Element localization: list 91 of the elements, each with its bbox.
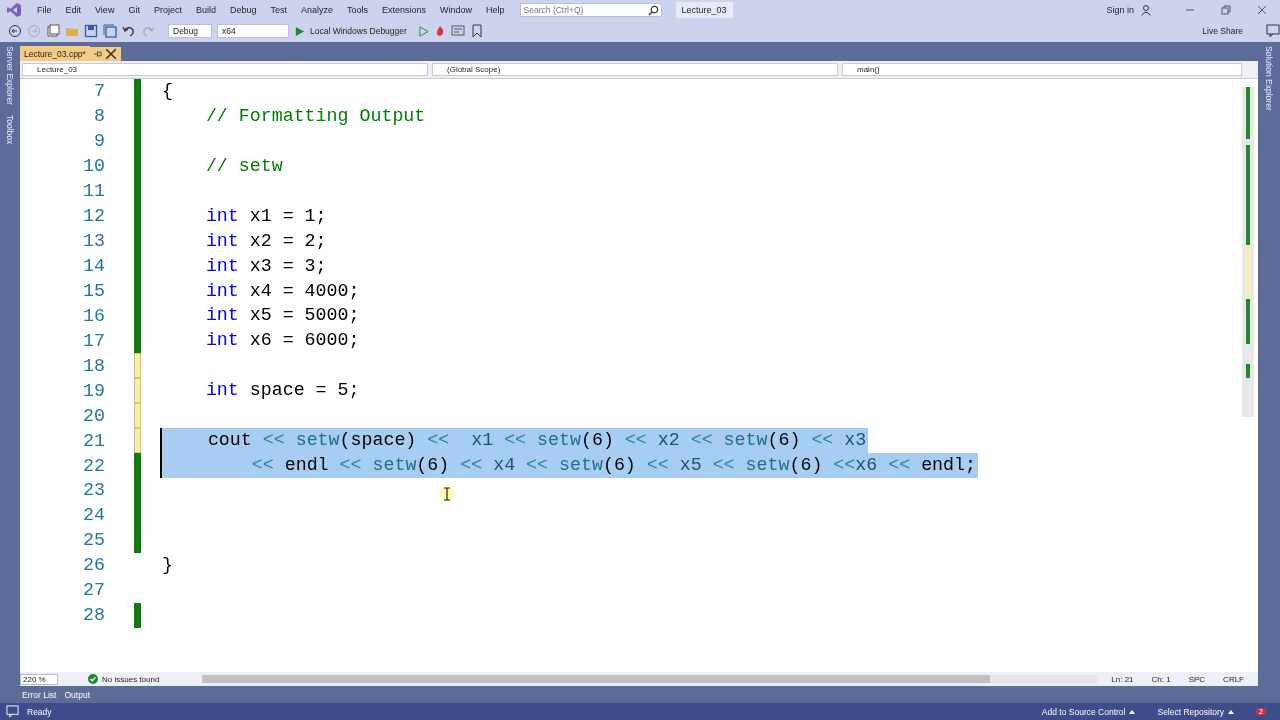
text-cursor-icon: [439, 486, 455, 502]
tool-window-tab[interactable]: Output: [64, 689, 90, 700]
line-number: 12: [82, 206, 105, 227]
line-number: 20: [82, 405, 105, 426]
app-logo-icon: [6, 2, 22, 18]
code-line: int x6 = 6000;: [204, 329, 360, 353]
line-number: 15: [82, 280, 105, 301]
code-line: }: [161, 553, 173, 577]
undo-icon[interactable]: [122, 24, 136, 38]
line-number: 22: [82, 455, 105, 476]
code-line: int x2 = 2;: [204, 229, 327, 253]
line-number: 28: [82, 605, 105, 626]
side-panel-tab[interactable]: Toolbox: [5, 115, 15, 145]
save-icon[interactable]: [84, 24, 98, 38]
issues-status[interactable]: No issues found: [102, 674, 192, 684]
line-number: 16: [82, 305, 105, 326]
scope-dropdown[interactable]: (Global Scope): [432, 63, 838, 76]
output-icon: [6, 705, 19, 718]
vertical-scrollbar[interactable]: [1242, 87, 1254, 417]
caret-icon[interactable]: [1129, 709, 1136, 714]
menu-item[interactable]: Extensions: [375, 5, 434, 15]
side-panel-tab[interactable]: Solution Explorer: [1264, 46, 1274, 111]
line-number: 18: [82, 355, 105, 376]
menu-item[interactable]: Debug: [222, 5, 264, 15]
code-line: int space = 5;: [204, 379, 360, 403]
document-tab[interactable]: Lecture_03.cpp*: [20, 46, 90, 62]
code-line: // Formatting Output: [204, 104, 426, 128]
line-number: 24: [82, 505, 105, 526]
line-number: 9: [93, 131, 105, 152]
play-icon[interactable]: [294, 25, 305, 37]
menu-item[interactable]: Analyze: [294, 5, 340, 15]
line-number: 7: [93, 81, 105, 102]
menu-item[interactable]: Project: [146, 5, 189, 15]
add-to-source-control-button[interactable]: Add to Source Control: [1041, 706, 1126, 717]
code-line: {: [161, 80, 173, 103]
save-all-icon[interactable]: [103, 24, 117, 38]
column-indicator: Ch: 1: [1150, 674, 1172, 684]
check-icon: [88, 674, 98, 684]
line-ending-indicator[interactable]: CRLF: [1219, 674, 1248, 684]
line-indicator: Ln: 21: [1110, 674, 1135, 684]
line-number: 19: [82, 380, 105, 401]
menu-item[interactable]: Help: [479, 5, 512, 15]
menu-item[interactable]: File: [30, 5, 59, 15]
platform-dropdown[interactable]: x64: [217, 24, 289, 38]
person-icon[interactable]: [1140, 4, 1152, 16]
caret-icon[interactable]: [1228, 709, 1235, 714]
line-number: 23: [82, 480, 105, 501]
sign-in-link[interactable]: Sign in: [1106, 5, 1134, 15]
line-number: 21: [82, 430, 105, 451]
menu-item[interactable]: Edit: [58, 5, 89, 15]
line-number: 8: [93, 106, 105, 127]
line-number: 27: [82, 580, 105, 601]
status-text: Ready: [27, 706, 52, 717]
code-line: int x3 = 3;: [204, 254, 327, 278]
feedback-icon[interactable]: [1266, 24, 1280, 38]
solution-title: Lecture_03: [675, 2, 733, 18]
search-icon: [647, 5, 659, 16]
menu-item[interactable]: Git: [121, 5, 147, 15]
line-number: 10: [82, 156, 105, 177]
side-panel-tab[interactable]: Server Explorer: [5, 46, 15, 106]
menu-item[interactable]: Tools: [340, 5, 376, 15]
line-number: 17: [82, 330, 105, 351]
code-line: int x4 = 4000;: [204, 279, 360, 303]
line-number: 26: [82, 555, 105, 576]
menu-item[interactable]: Test: [263, 5, 294, 15]
line-number: 13: [82, 231, 105, 252]
back-icon[interactable]: [8, 24, 22, 38]
code-line: // setw: [204, 154, 283, 178]
whitespace-indicator[interactable]: SPC: [1184, 674, 1210, 684]
select-repository-button[interactable]: Select Repository: [1157, 706, 1225, 717]
tool-window-tab[interactable]: Error List: [22, 689, 57, 700]
live-share-button[interactable]: Live Share: [1202, 26, 1243, 36]
line-number: 11: [82, 181, 105, 202]
project-dropdown[interactable]: Lecture_03: [22, 63, 428, 76]
menu-item[interactable]: Window: [433, 5, 480, 15]
new-project-icon[interactable]: [46, 24, 60, 38]
configuration-dropdown[interactable]: Debug: [168, 24, 212, 38]
menu-item[interactable]: View: [88, 5, 122, 15]
debugger-button[interactable]: Local Windows Debugger: [310, 26, 407, 36]
member-dropdown[interactable]: main(): [842, 63, 1242, 76]
code-line: int x1 = 1;: [204, 204, 327, 228]
menu-item[interactable]: Build: [188, 5, 223, 15]
zoom-dropdown[interactable]: 220 %: [20, 673, 58, 685]
close-icon[interactable]: [1257, 5, 1267, 15]
play-outline-icon[interactable]: [417, 25, 429, 37]
search-field[interactable]: Search (Ctrl+Q): [519, 3, 662, 17]
line-number: 25: [82, 530, 105, 551]
bookmark-icon[interactable]: [469, 24, 484, 38]
code-line: int x5 = 5000;: [204, 304, 360, 328]
restore-icon[interactable]: [1221, 5, 1231, 15]
line-number: 14: [82, 256, 105, 277]
